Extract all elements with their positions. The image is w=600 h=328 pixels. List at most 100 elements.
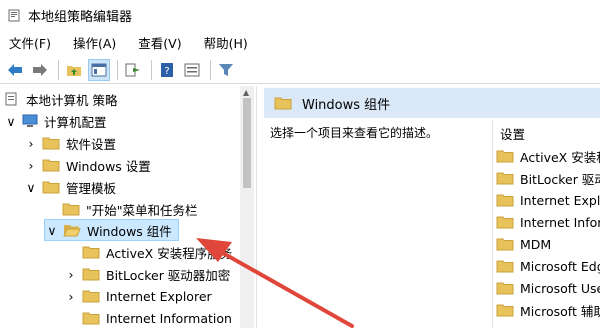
chevron-right-icon[interactable]: ›	[24, 158, 38, 173]
up-folder-icon	[67, 65, 81, 76]
tree-item-activex-installer[interactable]: ActiveX 安装程序服务	[64, 241, 232, 263]
toolbar-separator	[210, 59, 211, 80]
settings-item-label: Microsoft Edg	[520, 258, 600, 274]
tree-item-bitlocker[interactable]: › BitLocker 驱动器加密	[64, 263, 231, 285]
help-button[interactable]: ?	[156, 59, 178, 81]
folder-icon	[274, 96, 292, 110]
filter-button[interactable]	[215, 59, 237, 81]
tree-item-label: Windows 组件	[87, 223, 172, 239]
back-arrow-icon	[8, 63, 22, 76]
tree-item-label: ActiveX 安装程序服务	[106, 245, 233, 261]
properties-icon	[184, 63, 200, 76]
tree-item-software-settings[interactable]: › 软件设置	[24, 132, 117, 154]
menu-help[interactable]: 帮助(H)	[201, 31, 251, 54]
settings-item-label: Internet Inforr	[520, 214, 600, 230]
tree-item-computer-config[interactable]: ∨ 计算机配置	[4, 110, 107, 132]
menu-view[interactable]: 查看(V)	[135, 31, 184, 54]
tree-item-start-menu-taskbar[interactable]: "开始"菜单和任务栏	[44, 198, 198, 220]
menu-action[interactable]: 操作(A)	[70, 31, 119, 54]
computer-icon	[22, 114, 38, 128]
export-list-button[interactable]	[122, 59, 144, 81]
up-level-button[interactable]	[63, 59, 85, 81]
tree-item-label: Windows 设置	[66, 158, 151, 174]
settings-list-item[interactable]: Internet Explo	[496, 189, 600, 211]
settings-list-item[interactable]: ActiveX 安装程	[496, 145, 600, 167]
folder-icon	[496, 149, 514, 163]
forward-arrow-icon	[33, 63, 47, 76]
window-title: 本地组策略编辑器	[28, 9, 133, 25]
policy-editor-icon	[8, 9, 20, 22]
tree-item-admin-templates[interactable]: ∨ 管理模板	[24, 176, 116, 198]
scroll-up-arrow-icon[interactable]: ▲	[243, 88, 249, 97]
folder-icon	[82, 289, 100, 303]
title-bar: 本地组策略编辑器	[0, 0, 600, 30]
folder-icon	[496, 259, 514, 273]
tree-item-label: 管理模板	[66, 180, 117, 196]
tree-item-label: 本地计算机 策略	[26, 92, 118, 108]
folder-icon	[82, 267, 100, 281]
help-icon: ?	[161, 62, 173, 77]
properties-button[interactable]	[181, 59, 203, 81]
tree-item-label: Internet Explorer	[106, 288, 212, 304]
toolbar-separator	[117, 59, 118, 80]
tree-item-internet-explorer[interactable]: › Internet Explorer	[64, 285, 212, 307]
folder-icon	[82, 311, 100, 325]
pane-splitter[interactable]	[256, 86, 262, 328]
menu-bar: 文件(F) 操作(A) 查看(V) 帮助(H)	[0, 30, 600, 54]
tree-item-windows-components[interactable]: ∨ Windows 组件	[44, 219, 179, 241]
tree-item-label: BitLocker 驱动器加密	[106, 267, 231, 283]
settings-list-item[interactable]: MDM	[496, 233, 551, 255]
folder-icon	[42, 158, 60, 172]
tree-item-internet-information[interactable]: Internet Information	[64, 307, 232, 328]
forward-button[interactable]	[29, 59, 51, 81]
settings-item-label: BitLocker 驱动	[520, 171, 600, 187]
folder-icon	[496, 193, 514, 207]
chevron-down-icon[interactable]: ∨	[4, 114, 18, 129]
back-button[interactable]	[4, 59, 26, 81]
folder-icon	[496, 171, 514, 185]
toolbar: ?	[0, 56, 600, 84]
computer-policy-icon	[4, 92, 20, 106]
menu-file[interactable]: 文件(F)	[6, 31, 54, 54]
settings-list-item[interactable]: Microsoft 辅助	[496, 299, 600, 321]
details-header-title: Windows 组件	[302, 97, 391, 113]
chevron-right-icon[interactable]: ›	[24, 136, 38, 151]
folder-icon	[62, 202, 80, 216]
chevron-down-icon[interactable]: ∨	[24, 180, 38, 195]
settings-list-item[interactable]: Microsoft Edg	[496, 255, 600, 277]
folder-icon	[42, 180, 60, 194]
tree-item-label: 计算机配置	[44, 114, 107, 130]
folder-icon	[496, 215, 514, 229]
settings-item-label: MDM	[520, 236, 552, 252]
folder-icon	[496, 281, 514, 295]
tree-item-label: 软件设置	[66, 136, 117, 152]
tree-item-local-computer-policy[interactable]: 本地计算机 策略	[4, 88, 117, 110]
chevron-down-icon[interactable]: ∨	[45, 223, 59, 238]
description-text: 选择一个项目来查看它的描述。	[270, 126, 439, 140]
svg-text:?: ?	[164, 66, 169, 77]
toolbar-separator	[151, 59, 152, 80]
column-divider	[492, 120, 493, 328]
tree-scrollbar[interactable]: ▲	[240, 86, 254, 328]
tree-item-label: "开始"菜单和任务栏	[86, 202, 198, 218]
details-header: Windows 组件	[264, 88, 600, 118]
export-list-icon	[125, 63, 140, 76]
settings-list-item[interactable]: BitLocker 驱动	[496, 167, 600, 189]
scrollbar-thumb[interactable]	[243, 98, 251, 188]
folder-open-icon	[63, 223, 81, 237]
settings-list-item[interactable]: Microsoft Use	[496, 277, 600, 299]
settings-list-item[interactable]: Internet Inforr	[496, 211, 600, 233]
settings-item-label: Microsoft 辅助	[520, 303, 600, 319]
settings-column-header[interactable]: 设置	[500, 124, 525, 143]
chevron-right-icon[interactable]: ›	[64, 289, 78, 304]
settings-item-label: Microsoft Use	[520, 280, 600, 296]
folder-icon	[496, 237, 514, 251]
folder-icon	[496, 303, 514, 317]
settings-item-label: ActiveX 安装程	[520, 149, 600, 165]
folder-icon	[82, 245, 100, 259]
tree-item-windows-settings[interactable]: › Windows 设置	[24, 154, 151, 176]
show-hide-tree-button[interactable]	[88, 58, 110, 81]
chevron-right-icon[interactable]: ›	[64, 267, 78, 282]
tree-item-label: Internet Information	[106, 310, 232, 326]
toolbar-separator	[58, 59, 59, 80]
